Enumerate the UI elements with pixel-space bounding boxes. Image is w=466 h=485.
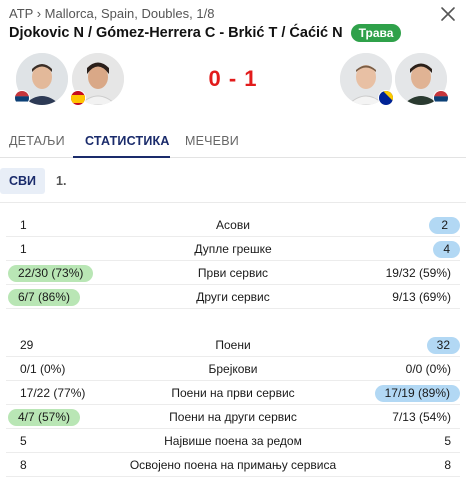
stat-label: Дупле грешке [194,242,272,256]
stat-right-value: 32 [426,337,460,354]
stat-label: Асови [216,218,250,232]
tab-statistics[interactable]: СТАТИСТИКА [85,126,170,158]
divider [0,202,466,203]
stat-right-value: 7/13 (54%) [392,410,451,424]
stat-label: Поени [215,338,251,352]
stat-row: 17/22 (77%) Поени на први сервис 17/19 (… [6,381,460,405]
stat-right-value: 8 [444,458,451,472]
stat-row: 8 Освојено поена на примању сервиса 8 [6,453,460,477]
stat-row: 6/7 (86%) Други сервис 9/13 (69%) [6,285,460,309]
stat-label: Освојено поена на примању сервиса [129,458,337,472]
close-icon[interactable] [440,6,456,22]
subtab-all[interactable]: СВИ [0,168,46,194]
stat-label: Брејкови [208,362,258,376]
surface-badge: Трава [350,24,402,42]
breadcrumb[interactable]: ATP › Mallorca, Spain, Doubles, 1/8 [9,6,214,21]
stat-right-value: 2 [429,217,460,234]
active-tab-indicator [73,156,170,158]
stat-row: 22/30 (73%) Први сервис 19/32 (59%) [6,261,460,285]
stat-row: 1 Асови 2 [6,213,460,237]
match-title-row: Djokovic N / Gómez-Herrera C - Brkić T /… [9,24,402,42]
period-tabs: СВИ 1. [0,160,466,202]
flag-serbia-icon [433,90,449,106]
subtab-set-1[interactable]: 1. [47,168,75,194]
stat-row: 1 Дупле грешке 4 [6,237,460,261]
stat-label: Највише поена за редом [164,434,302,448]
player-avatar-brkic[interactable] [340,53,394,106]
tab-matches[interactable]: МЕЧЕВИ [185,126,239,158]
stat-right-value: 17/19 (89%) [374,385,460,402]
stat-right-value: 4 [433,241,460,258]
stat-row: 5 Највише поена за редом 5 [6,429,460,453]
stat-row: 4/7 (57%) Поени на други сервис 7/13 (54… [6,405,460,429]
stat-right-value: 9/13 (69%) [392,290,451,304]
flag-bosnia-icon [378,90,394,106]
tab-details[interactable]: ДЕТАЉИ [9,126,65,158]
main-tabs: ДЕТАЉИ СТАТИСТИКА МЕЧЕВИ [0,126,466,158]
match-title: Djokovic N / Gómez-Herrera C - Brkić T /… [9,25,343,41]
stat-right-value: 0/0 (0%) [405,362,451,376]
stat-right-value: 5 [444,434,451,448]
flag-spain-icon [70,90,86,106]
stat-row: 0/1 (0%) Брејкови 0/0 (0%) [6,357,460,381]
player-avatar-cacic[interactable] [395,53,449,106]
flag-serbia-icon [14,90,30,106]
stat-row: 29 Поени 32 [6,333,460,357]
stat-right-value: 19/32 (59%) [385,266,451,280]
